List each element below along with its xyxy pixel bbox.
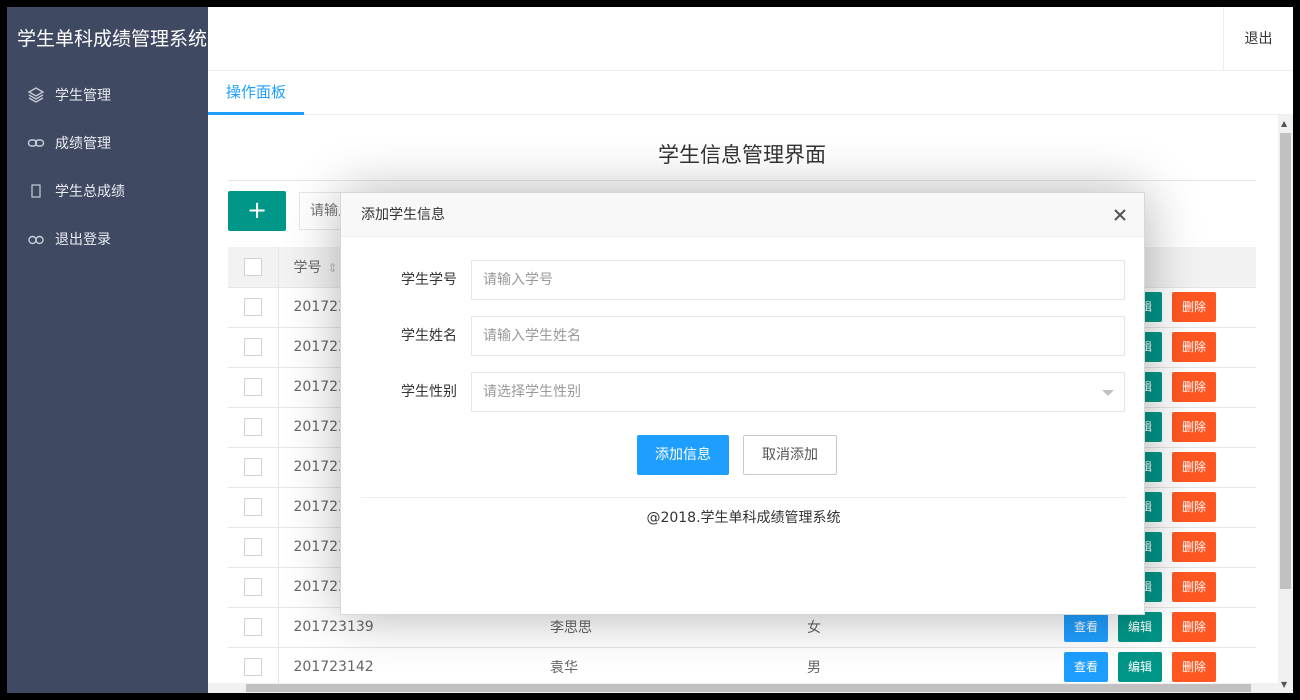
- delete-button[interactable]: 删除: [1172, 452, 1216, 482]
- delete-button[interactable]: 删除: [1172, 292, 1216, 322]
- sidebar-item-score-management[interactable]: 成绩管理: [7, 119, 208, 167]
- row-select-cell: [228, 407, 278, 447]
- submit-add-button[interactable]: 添加信息: [637, 435, 729, 475]
- row-checkbox[interactable]: [244, 578, 262, 596]
- sidebar-item-logout[interactable]: 退出登录: [7, 215, 208, 263]
- cell-student-id: 201723142: [278, 647, 535, 687]
- link-icon: [27, 134, 45, 152]
- row-select-cell: [228, 567, 278, 607]
- dialog-footer: @2018.学生单科成绩管理系统: [341, 507, 1146, 527]
- form-row-student-id: 学生学号 请输入学号: [341, 260, 1146, 300]
- edit-button[interactable]: 编辑: [1118, 652, 1162, 682]
- cell-student-name: 袁华: [535, 647, 792, 687]
- layers-icon: [27, 86, 45, 104]
- row-checkbox[interactable]: [244, 418, 262, 436]
- gender-select-placeholder: 请选择学生性别: [483, 384, 581, 400]
- row-select-cell: [228, 527, 278, 567]
- delete-button[interactable]: 删除: [1172, 612, 1216, 642]
- field-label: 学生姓名: [371, 316, 457, 356]
- field-label: 学生学号: [371, 260, 457, 300]
- select-all-checkbox[interactable]: [244, 258, 262, 276]
- doc-icon: [27, 182, 45, 200]
- sidebar-item-label: 学生总成绩: [55, 181, 125, 201]
- cell-actions: 查看编辑删除: [1049, 647, 1256, 687]
- app-title: 学生单科成绩管理系统: [7, 7, 208, 71]
- cancel-add-button[interactable]: 取消添加: [743, 435, 837, 475]
- row-checkbox[interactable]: [244, 538, 262, 556]
- view-button[interactable]: 查看: [1064, 652, 1108, 682]
- edit-button[interactable]: 编辑: [1118, 612, 1162, 642]
- sidebar-item-student-management[interactable]: 学生管理: [7, 71, 208, 119]
- tab-operation-panel[interactable]: 操作面板: [208, 71, 304, 115]
- delete-button[interactable]: 删除: [1172, 372, 1216, 402]
- row-select-cell: [228, 487, 278, 527]
- sort-icon[interactable]: ⇕: [328, 261, 338, 275]
- row-select-cell: [228, 607, 278, 647]
- app-window: 学生单科成绩管理系统 学生管理 成绩管理 学生总成绩 退出登录: [7, 7, 1293, 693]
- logout-button[interactable]: 退出: [1223, 7, 1293, 71]
- horizontal-scrollbar[interactable]: [208, 683, 1278, 693]
- scroll-up-icon[interactable]: ▲: [1281, 119, 1287, 128]
- delete-button[interactable]: 删除: [1172, 652, 1216, 682]
- infinity-icon: [27, 230, 45, 248]
- row-checkbox[interactable]: [244, 298, 262, 316]
- vertical-scrollbar[interactable]: ▲ ▼: [1278, 115, 1293, 693]
- chevron-down-icon[interactable]: [1102, 390, 1114, 396]
- row-select-cell: [228, 287, 278, 327]
- row-checkbox[interactable]: [244, 338, 262, 356]
- row-select-cell: [228, 367, 278, 407]
- row-checkbox[interactable]: [244, 498, 262, 516]
- row-select-cell: [228, 447, 278, 487]
- row-checkbox[interactable]: [244, 378, 262, 396]
- table-row: 201723142袁华男查看编辑删除: [228, 647, 1256, 687]
- tab-bar: 操作面板: [208, 71, 1293, 115]
- add-student-dialog: 添加学生信息 学生学号 请输入学号 学生姓名 请输入学生姓名 学生性别 请选择学…: [340, 192, 1145, 615]
- form-row-student-name: 学生姓名 请输入学生姓名: [341, 316, 1146, 356]
- top-header: 退出: [208, 7, 1293, 71]
- row-checkbox[interactable]: [244, 458, 262, 476]
- delete-button[interactable]: 删除: [1172, 332, 1216, 362]
- row-checkbox[interactable]: [244, 658, 262, 676]
- row-select-cell: [228, 647, 278, 687]
- student-id-input[interactable]: 请输入学号: [471, 260, 1125, 300]
- gender-select[interactable]: 请选择学生性别: [471, 372, 1125, 412]
- row-select-cell: [228, 327, 278, 367]
- sidebar-item-label: 学生管理: [55, 85, 111, 105]
- page-title: 学生信息管理界面: [228, 135, 1256, 181]
- delete-button[interactable]: 删除: [1172, 412, 1216, 442]
- delete-button[interactable]: 删除: [1172, 532, 1216, 562]
- scrollbar-thumb[interactable]: [246, 684, 1251, 692]
- sidebar-item-total-scores[interactable]: 学生总成绩: [7, 167, 208, 215]
- select-all-cell: [228, 247, 278, 287]
- form-row-student-gender: 学生性别 请选择学生性别: [341, 372, 1146, 412]
- view-button[interactable]: 查看: [1064, 612, 1108, 642]
- cell-student-gender: 男: [792, 647, 1049, 687]
- sidebar-item-label: 退出登录: [55, 229, 111, 249]
- scroll-down-icon[interactable]: ▼: [1281, 680, 1287, 689]
- sidebar: 学生单科成绩管理系统 学生管理 成绩管理 学生总成绩 退出登录: [7, 7, 208, 693]
- field-label: 学生性别: [371, 372, 457, 412]
- sidebar-item-label: 成绩管理: [55, 133, 111, 153]
- row-checkbox[interactable]: [244, 618, 262, 636]
- divider: [361, 497, 1126, 498]
- delete-button[interactable]: 删除: [1172, 492, 1216, 522]
- delete-button[interactable]: 删除: [1172, 572, 1216, 602]
- student-name-input[interactable]: 请输入学生姓名: [471, 316, 1125, 356]
- dialog-title: 添加学生信息: [341, 193, 1144, 237]
- scrollbar-thumb[interactable]: [1280, 133, 1291, 589]
- close-icon[interactable]: [1110, 205, 1130, 225]
- add-student-button[interactable]: +: [228, 191, 286, 231]
